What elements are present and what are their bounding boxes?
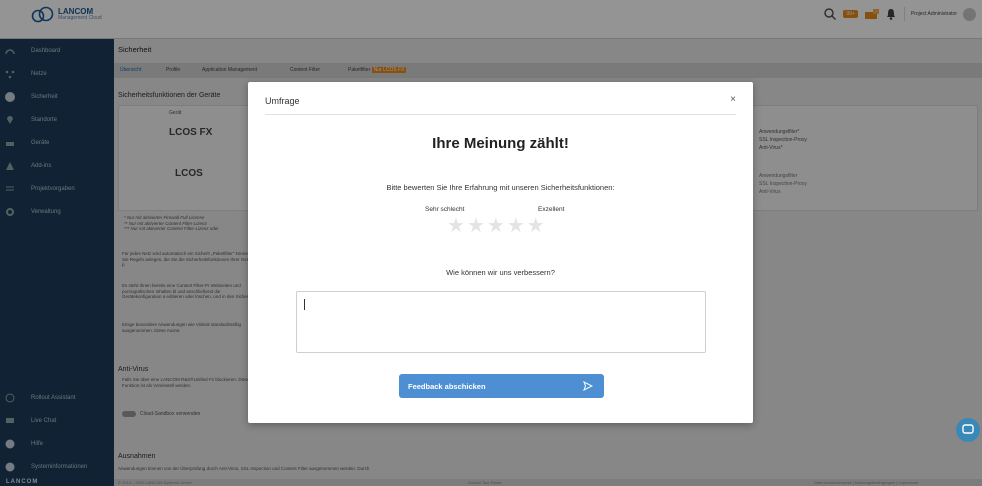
star-1-icon[interactable]: ★ (447, 216, 465, 236)
star-5-icon[interactable]: ★ (527, 216, 545, 236)
survey-modal: Umfrage × Ihre Meinung zählt! Bitte bewe… (248, 82, 753, 423)
chat-bubble-button[interactable] (956, 418, 980, 442)
feedback-textarea[interactable] (296, 291, 706, 353)
submit-feedback-button[interactable]: Feedback abschicken (399, 374, 604, 398)
rating-low-label: Sehr schlecht (425, 206, 465, 213)
survey-heading: Ihre Meinung zählt! (432, 135, 569, 152)
close-icon[interactable]: × (730, 94, 736, 105)
improve-label: Wie können wir uns verbessern? (446, 268, 555, 277)
star-3-icon[interactable]: ★ (487, 216, 505, 236)
rating-question: Bitte bewerten Sie Ihre Erfahrung mit un… (386, 183, 615, 192)
modal-title: Umfrage (265, 96, 300, 106)
star-rating: ★ ★ ★ ★ ★ (447, 216, 545, 236)
submit-label: Feedback abschicken (408, 381, 486, 391)
star-4-icon[interactable]: ★ (507, 216, 525, 236)
text-caret (304, 299, 305, 310)
star-2-icon[interactable]: ★ (467, 216, 485, 236)
modal-divider (265, 114, 736, 115)
rating-high-label: Exzellent (538, 206, 565, 213)
send-icon (583, 380, 594, 392)
